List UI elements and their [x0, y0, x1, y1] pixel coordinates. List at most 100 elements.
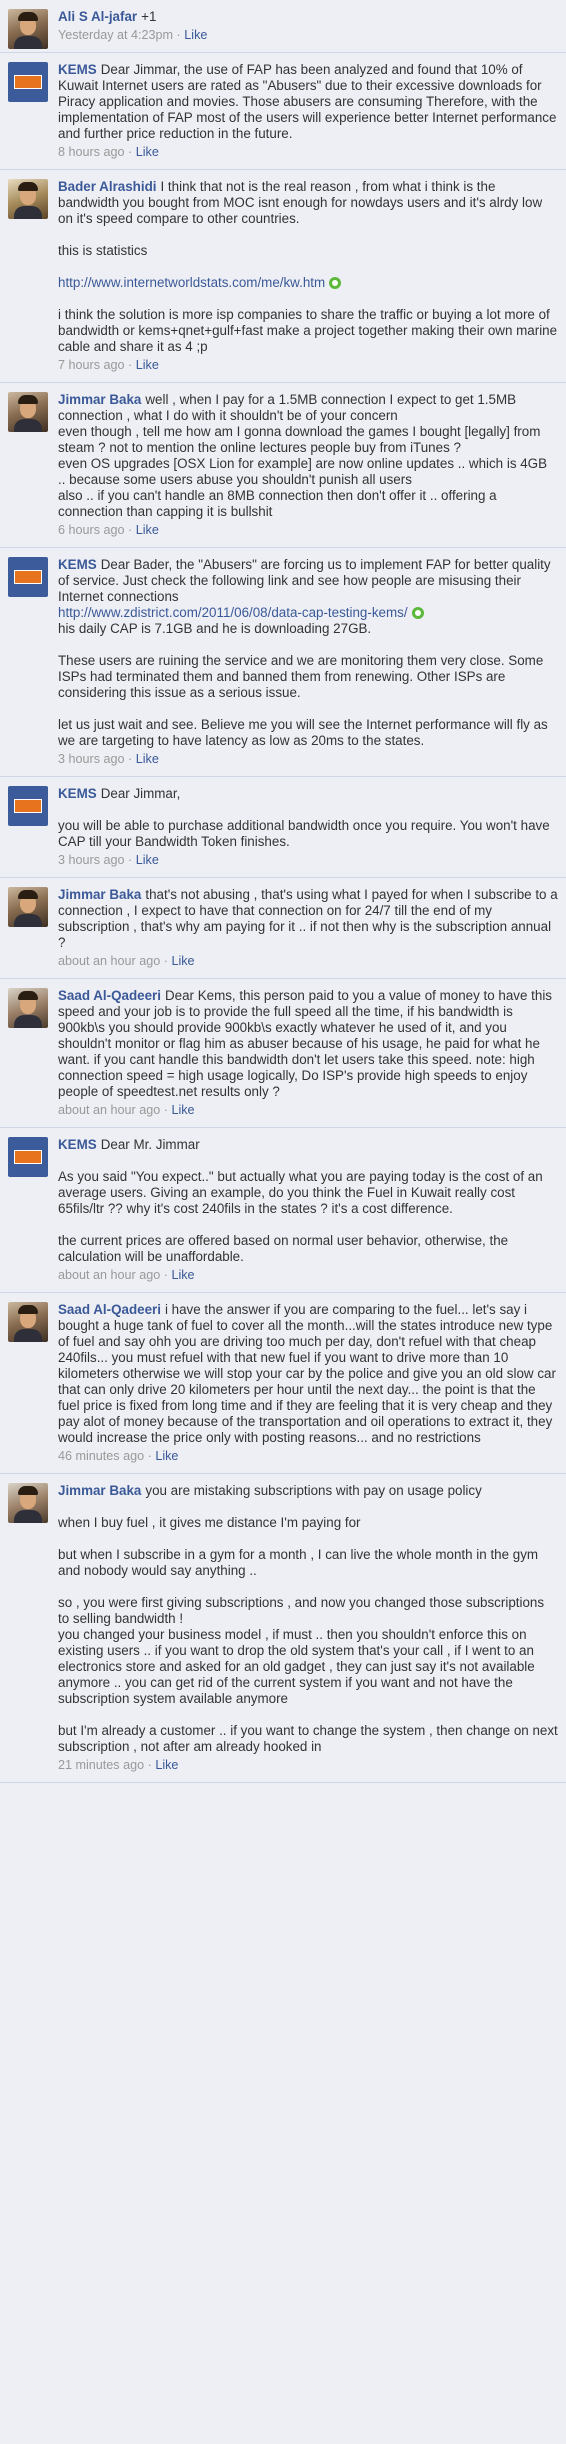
comment-meta: 6 hours ago · Like — [58, 522, 558, 538]
comment-body: KEMS Dear Jimmar, you will be able to purc… — [58, 786, 558, 868]
comment-body: Saad Al-Qadeeri Dear Kems, this person pa… — [58, 988, 558, 1118]
meta-separator: · — [124, 752, 136, 766]
comment-author-link[interactable]: Jimmar Baka — [58, 1483, 141, 1498]
user-photo-icon[interactable] — [8, 9, 48, 49]
comment-text: +1 — [141, 9, 157, 24]
comment-author-link[interactable]: Bader Alrashidi — [58, 179, 156, 194]
meta-separator: · — [124, 145, 136, 159]
comment-text: even though , tell me how am I gonna dow… — [58, 424, 541, 455]
avatar-body — [14, 914, 42, 927]
like-link[interactable]: Like — [136, 358, 159, 372]
comment-paragraph: KEMS Dear Jimmar, the use of FAP has been… — [58, 62, 558, 142]
user-photo-icon[interactable] — [8, 179, 48, 219]
comment-timestamp[interactable]: 6 hours ago — [58, 523, 125, 537]
comment-text: but I'm already a customer .. if you wan… — [58, 1723, 558, 1754]
meta-separator: · — [160, 1103, 172, 1117]
comment-author-link[interactable]: KEMS — [58, 786, 97, 801]
meta-separator: · — [124, 523, 136, 537]
comment-paragraph: http://www.internetworldstats.com/me/kw.… — [58, 275, 558, 291]
like-link[interactable]: Like — [155, 1758, 178, 1772]
user-photo-icon[interactable] — [8, 887, 48, 927]
like-link[interactable]: Like — [171, 1268, 194, 1282]
comment-timestamp[interactable]: 21 minutes ago — [58, 1758, 144, 1772]
comment-text: you will be able to purchase additional … — [58, 818, 550, 849]
avatar-body — [14, 419, 42, 432]
kems-logo-icon[interactable] — [8, 1137, 48, 1177]
link-preview-icon[interactable] — [329, 277, 342, 289]
meta-separator: · — [160, 954, 172, 968]
kems-logo-mark — [14, 75, 42, 89]
external-link[interactable]: http://www.zdistrict.com/2011/06/08/data… — [58, 605, 408, 620]
avatar-hair — [18, 890, 38, 899]
comment-text: As you said "You expect.." but actually … — [58, 1169, 543, 1216]
comment-text: Dear Bader, the "Abusers" are forcing us… — [58, 557, 551, 604]
kems-logo-icon[interactable] — [8, 557, 48, 597]
comment-author-link[interactable]: KEMS — [58, 62, 97, 77]
comment-paragraph: this is statistics — [58, 243, 558, 259]
avatar-body — [14, 1510, 42, 1523]
comment-author-link[interactable]: Ali S Al-jafar — [58, 9, 137, 24]
comment-author-link[interactable]: Saad Al-Qadeeri — [58, 988, 161, 1003]
comment-timestamp[interactable]: 3 hours ago — [58, 752, 125, 766]
like-link[interactable]: Like — [184, 28, 207, 42]
comment-text: you are mistaking subscriptions with pay… — [145, 1483, 482, 1498]
user-photo-icon[interactable] — [8, 1302, 48, 1342]
comment-timestamp[interactable]: 8 hours ago — [58, 145, 125, 159]
comment-paragraph: but I'm already a customer .. if you wan… — [58, 1723, 558, 1755]
comment-paragraph: you will be able to purchase additional … — [58, 818, 558, 850]
kems-logo-icon[interactable] — [8, 62, 48, 102]
comment-paragraph: Saad Al-Qadeeri Dear Kems, this person pa… — [58, 988, 558, 1100]
comment-text: i think the solution is more isp compani… — [58, 307, 558, 354]
comment-paragraph: KEMS Dear Bader, the "Abusers" are forcin… — [58, 557, 558, 637]
comment-paragraph: when I buy fuel , it gives me distance I… — [58, 1515, 558, 1531]
comment-timestamp[interactable]: 7 hours ago — [58, 358, 125, 372]
comment-body: Jimmar Baka you are mistaking subscriptio… — [58, 1483, 558, 1773]
comment-thread: Ali S Al-jafar +1 Yesterday at 4:23pm · Li… — [0, 0, 566, 1783]
comment-item: Jimmar Baka well , when I pay for a 1.5MB… — [0, 383, 566, 548]
comment-text: Dear Jimmar, — [100, 786, 181, 801]
comment-meta: 7 hours ago · Like — [58, 357, 558, 373]
comment-body: Jimmar Baka well , when I pay for a 1.5MB… — [58, 392, 558, 538]
like-link[interactable]: Like — [155, 1449, 178, 1463]
meta-separator: · — [124, 853, 136, 867]
comment-timestamp[interactable]: about an hour ago — [58, 1268, 160, 1282]
comment-paragraph: so , you were first giving subscriptions… — [58, 1595, 558, 1707]
user-photo-icon[interactable] — [8, 988, 48, 1028]
comment-timestamp[interactable]: Yesterday at 4:23pm — [58, 28, 173, 42]
comment-text: this is statistics — [58, 243, 148, 258]
kems-logo-icon[interactable] — [8, 786, 48, 826]
comment-text: when I buy fuel , it gives me distance I… — [58, 1515, 361, 1530]
comment-paragraph: Jimmar Baka you are mistaking subscriptio… — [58, 1483, 558, 1499]
comment-item: Jimmar Baka you are mistaking subscriptio… — [0, 1474, 566, 1783]
comment-author-link[interactable]: Saad Al-Qadeeri — [58, 1302, 161, 1317]
comment-timestamp[interactable]: 46 minutes ago — [58, 1449, 144, 1463]
like-link[interactable]: Like — [136, 752, 159, 766]
like-link[interactable]: Like — [171, 1103, 194, 1117]
external-link[interactable]: http://www.internetworldstats.com/me/kw.… — [58, 275, 325, 290]
avatar-hair — [18, 182, 38, 191]
avatar-body — [14, 36, 42, 49]
like-link[interactable]: Like — [136, 523, 159, 537]
like-link[interactable]: Like — [136, 853, 159, 867]
comment-text: his daily CAP is 7.1GB and he is downloa… — [58, 621, 372, 636]
comment-paragraph: i think the solution is more isp compani… — [58, 307, 558, 355]
comment-author-link[interactable]: KEMS — [58, 557, 97, 572]
comment-timestamp[interactable]: about an hour ago — [58, 954, 160, 968]
comment-author-link[interactable]: Jimmar Baka — [58, 392, 141, 407]
like-link[interactable]: Like — [136, 145, 159, 159]
comment-text: These users are ruining the service and … — [58, 653, 544, 700]
user-photo-icon[interactable] — [8, 392, 48, 432]
comment-text: so , you were first giving subscriptions… — [58, 1595, 545, 1626]
meta-separator: · — [160, 1268, 172, 1282]
comment-body: KEMS Dear Mr. Jimmar As you said "You expe… — [58, 1137, 558, 1283]
link-preview-icon[interactable] — [411, 607, 424, 619]
comment-timestamp[interactable]: about an hour ago — [58, 1103, 160, 1117]
comment-timestamp[interactable]: 3 hours ago — [58, 853, 125, 867]
comment-author-link[interactable]: KEMS — [58, 1137, 97, 1152]
like-link[interactable]: Like — [171, 954, 194, 968]
meta-separator: · — [173, 28, 185, 42]
meta-separator: · — [144, 1449, 156, 1463]
comment-text: you changed your business model , if mus… — [58, 1627, 535, 1706]
user-photo-icon[interactable] — [8, 1483, 48, 1523]
comment-author-link[interactable]: Jimmar Baka — [58, 887, 141, 902]
